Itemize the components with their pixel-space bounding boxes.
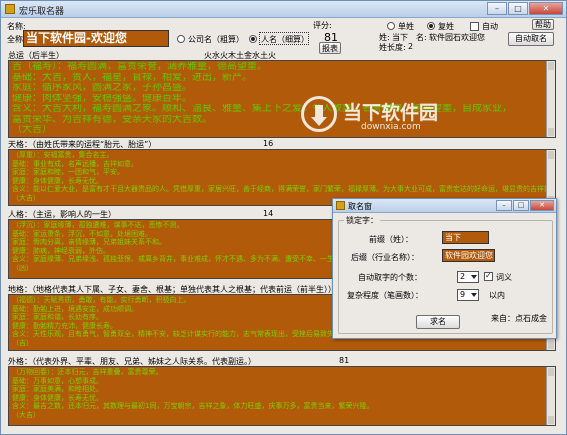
- panel-line: 基础：万事如意，心想事成。: [12, 376, 103, 385]
- word-sense-checkbox[interactable]: [484, 271, 493, 281]
- auto-name-button[interactable]: 自动取名: [508, 32, 554, 46]
- panel-total[interactable]: 吉（福寿）：福寿圆满，富贵荣誉，涵养雅量，德高望重。 基础：大吉，贵人，福星，官…: [8, 60, 556, 138]
- radio-person[interactable]: [249, 35, 257, 43]
- complexity-label: 复杂程度（笔画数）：: [347, 291, 423, 300]
- window-title: 宏乐取名器: [19, 7, 65, 17]
- panel-outer[interactable]: （万物回春）：还本归元，吉祥重叠，富贵尊荣。 基础：万事如意，心想事成。 家庭：…: [8, 366, 556, 426]
- section-extra-person: 14: [263, 209, 274, 218]
- double-surname-label: 复姓: [438, 22, 454, 31]
- panel-line: 含义：大吉大利，福寿圆满之象。顺和、温良、雅量、集上下之爱。令人敬重。名誉福禄、…: [12, 104, 512, 114]
- dialog-title: 取名窗: [348, 202, 372, 211]
- lock-group-title: 锁定字：: [344, 215, 380, 226]
- panel-line: （万物回春）：还本归元，吉祥重叠，富贵尊荣。: [12, 368, 163, 376]
- panel-line: （大吉）: [12, 410, 40, 419]
- section-extra-heaven: 16: [263, 139, 274, 148]
- lock-group: 锁定字： 前缀（姓）： 当下 后缀（行业名称）： 软件园欢迎您 自动取字的个数：…: [338, 215, 553, 334]
- panel-line: （吉）: [12, 338, 33, 347]
- radio-company[interactable]: [177, 35, 185, 43]
- panel-line: 含义：最吉之数，还本归元，其数理与最初1同，万宝朝宗，吉祥之象，体力旺盛，庆事万…: [12, 402, 374, 411]
- dialog-close-button[interactable]: ✕: [530, 200, 554, 211]
- panel-line: 健康：肉体坚强，安稳强盛。健康百年。: [12, 93, 192, 104]
- surname-length-value: 2: [408, 42, 414, 51]
- panel-line: 家庭：家庭美满，和睦相处。: [12, 385, 103, 394]
- panel-line: 吉（福寿）：福寿圆满，富贵荣誉，涵养雅量，德高望重。: [12, 62, 267, 72]
- auto-checkbox[interactable]: [470, 22, 479, 31]
- radio-double-surname[interactable]: [427, 22, 435, 30]
- single-surname-label: 单姓: [398, 22, 414, 31]
- download-icon: [301, 96, 337, 132]
- scrollbar[interactable]: [546, 367, 555, 425]
- minimize-button[interactable]: –: [487, 2, 507, 15]
- prefix-input[interactable]: 当下: [442, 231, 489, 244]
- panel-line: （大吉）: [12, 125, 52, 135]
- report-button[interactable]: 报表: [319, 42, 341, 54]
- watermark: 当下软件园 downxia.com: [301, 96, 471, 136]
- word-sense-label: 词义: [496, 273, 512, 282]
- dialog-maximize-button[interactable]: □: [513, 200, 529, 211]
- radio-person-label: 人名（细算）: [261, 35, 309, 44]
- panel-line: 家庭：循序家风，圆满之家，子孙昌盛。: [12, 83, 192, 93]
- panel-line: 健康：身体健康，长寿无忧。: [12, 393, 103, 402]
- naming-dialog: 取名窗 – □ ✕ 锁定字： 前缀（姓）： 当下 后缀（行业名称）： 软件园欢迎…: [332, 198, 557, 339]
- panel-line: 富贵荣华、为吉祥有德，受亲天家的大吉数。: [12, 114, 212, 125]
- dialog-minimize-button[interactable]: –: [496, 200, 512, 211]
- app-icon: [5, 4, 15, 14]
- close-button[interactable]: ✕: [529, 2, 563, 15]
- complexity-select[interactable]: 9: [457, 289, 479, 301]
- radio-company-label: 公司名（粗算）: [188, 35, 244, 44]
- panel-line: 家庭：家庭和睦，一团和气，平安。: [12, 168, 124, 177]
- panel-line: 基础：大吉，贵人，福星，官禄，相爱，进出，新产。: [12, 72, 252, 83]
- score-label: 评分:: [313, 21, 332, 30]
- panel-line: 健康：身体健康，长寿无忧。: [12, 176, 103, 185]
- panel-line: 基础：事业有成，名声远播，吉祥如意。: [12, 159, 138, 168]
- auto-label: 自动: [482, 22, 498, 31]
- surname-length-label: 姓长度:: [379, 43, 406, 52]
- fullname-input[interactable]: 当下软件园-欢迎您: [23, 30, 169, 47]
- prefix-label: 前缀（姓）：: [369, 235, 413, 244]
- given-value: 软件园石欢迎您: [429, 33, 485, 42]
- within-label: 以内: [489, 291, 505, 300]
- panel-line: （厚重）：安福富贵，集合名主。: [12, 151, 114, 159]
- scrollbar[interactable]: [546, 61, 555, 137]
- main-window: 宏乐取名器 – □ ✕ 名称: 全称: 当下软件园-欢迎您 公司名（粗算） 人名…: [0, 0, 567, 435]
- radio-single-surname[interactable]: [387, 22, 395, 30]
- dialog-icon: [336, 201, 345, 210]
- dialog-title-bar[interactable]: 取名窗 – □ ✕: [333, 199, 556, 213]
- panel-line: 含义：能以仁爱大业，是富有才干且大器贵品的人。凭借厚重，家居兴旺，善于经商，得满…: [12, 185, 552, 194]
- search-name-button[interactable]: 求名: [416, 315, 460, 329]
- section-extra-outer: 81: [339, 356, 350, 365]
- maximize-button[interactable]: □: [508, 2, 528, 15]
- count-select[interactable]: 2: [457, 271, 479, 283]
- scrollbar[interactable]: [546, 150, 555, 205]
- source-label: 来自：点石成金: [491, 314, 547, 323]
- title-bar[interactable]: 宏乐取名器 – □ ✕: [1, 1, 566, 18]
- suffix-label: 后缀（行业名称）：: [351, 253, 419, 262]
- watermark-url: downxia.com: [361, 122, 421, 132]
- suffix-input[interactable]: 软件园欢迎您: [442, 249, 495, 262]
- help-button[interactable]: 帮助: [532, 19, 554, 30]
- given-label: 名:: [416, 33, 427, 42]
- count-label: 自动取字的个数：: [358, 273, 422, 282]
- watermark-text: 当下软件园: [343, 102, 439, 124]
